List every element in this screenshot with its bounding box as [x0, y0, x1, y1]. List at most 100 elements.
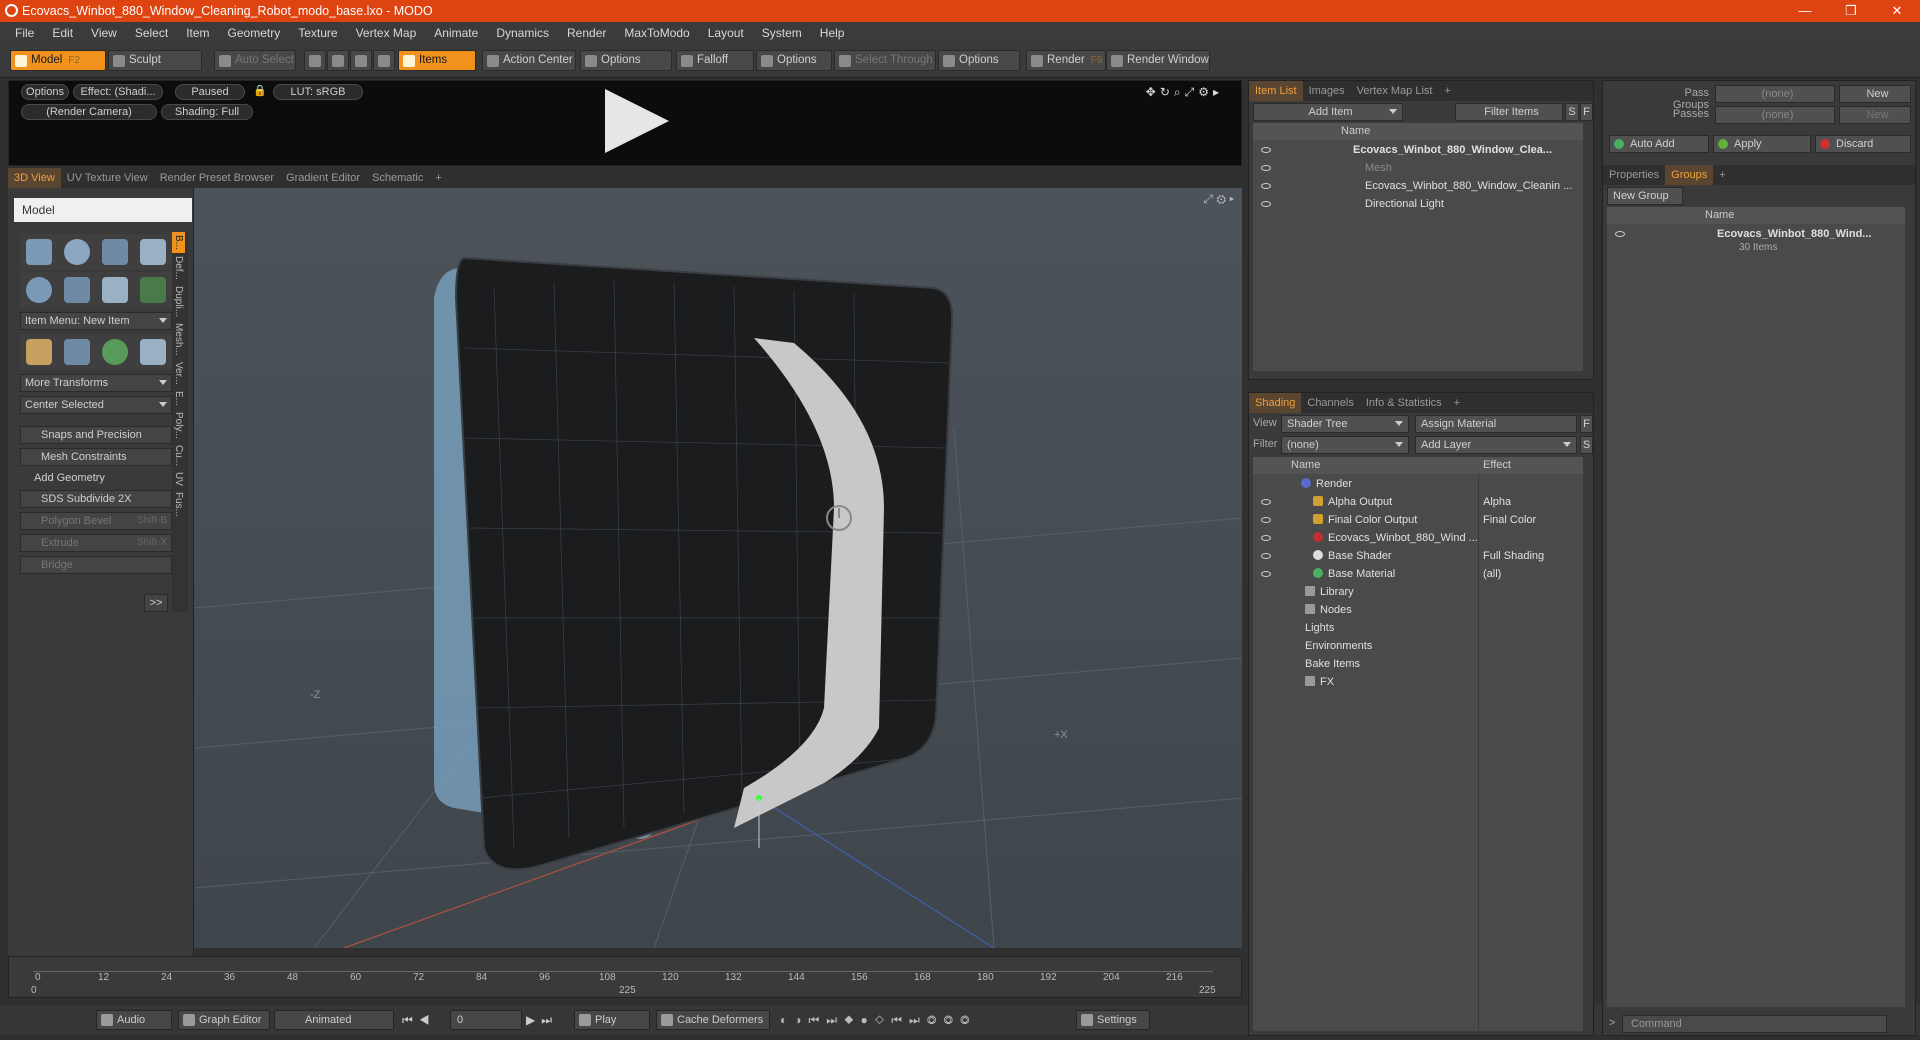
cylinder-icon[interactable]	[102, 239, 128, 265]
shader-row[interactable]: Environments	[1253, 637, 1583, 655]
mesh-constraints-button[interactable]: Mesh Constraints	[20, 448, 172, 466]
list-item[interactable]: Ecovacs_Winbot_880_Window_Cleanin ...	[1253, 177, 1583, 195]
menu-texture[interactable]: Texture	[289, 26, 346, 40]
apply-button[interactable]: Apply	[1713, 135, 1811, 153]
add-tab-button[interactable]: +	[1448, 393, 1466, 413]
passes-dropdown[interactable]: (none)	[1715, 106, 1835, 124]
render-button[interactable]: Render F9	[1026, 50, 1106, 71]
keyframe-tool-icons[interactable]: ◐◑⏮⏭◆●◇⏮⏭◎◎◎	[780, 1013, 977, 1028]
menu-vertex-map[interactable]: Vertex Map	[347, 26, 426, 40]
effect-value[interactable]: Full Shading	[1483, 547, 1544, 565]
cache-deformers-button[interactable]: Cache Deformers	[656, 1010, 770, 1030]
command-input[interactable]: Command	[1622, 1015, 1887, 1033]
more-transforms-dropdown[interactable]: More Transforms	[20, 374, 172, 392]
torus-icon[interactable]	[26, 277, 52, 303]
eye-icon[interactable]	[1261, 517, 1271, 523]
materials-mode-button[interactable]	[373, 50, 395, 71]
menu-select[interactable]: Select	[126, 26, 177, 40]
menu-view[interactable]: View	[82, 26, 126, 40]
eye-icon[interactable]	[1261, 571, 1271, 577]
sculpt-mode-button[interactable]: Sculpt	[108, 50, 202, 71]
shader-row[interactable]: Ecovacs_Winbot_880_Wind ...	[1253, 529, 1583, 547]
sds-subdivide-button[interactable]: SDS Subdivide 2X	[20, 490, 172, 508]
cone-icon[interactable]	[140, 239, 166, 265]
list-item[interactable]: Ecovacs_Winbot_880_Window_Clea...	[1253, 141, 1583, 159]
menu-file[interactable]: File	[6, 26, 43, 40]
model-mode-button[interactable]: Model F2	[10, 50, 106, 71]
add-item-dropdown[interactable]: Add Item	[1253, 103, 1403, 121]
filter-f-button[interactable]: F	[1580, 103, 1593, 121]
shader-row[interactable]: Base Material (all)	[1253, 565, 1583, 583]
filter-items-input[interactable]: Filter Items	[1455, 103, 1563, 121]
center-selected-dropdown[interactable]: Center Selected	[20, 396, 172, 414]
list-item[interactable]: Mesh	[1253, 159, 1583, 177]
vertices-mode-button[interactable]	[304, 50, 326, 71]
preview-paused-button[interactable]: Paused	[175, 84, 245, 100]
list-item[interactable]: Directional Light	[1253, 195, 1583, 213]
auto-select-button[interactable]: Auto Select	[214, 50, 296, 71]
tab-channels[interactable]: Channels	[1301, 393, 1359, 413]
eye-icon[interactable]	[1615, 231, 1625, 237]
shader-row[interactable]: Alpha Output Alpha	[1253, 493, 1583, 511]
capsule-icon[interactable]	[64, 277, 90, 303]
shading-dropdown[interactable]: Shading: Full	[161, 104, 253, 120]
extrude-button[interactable]: Extrude Shift-X	[20, 534, 172, 552]
frame-step-forward-icons[interactable]: ▶⏭	[526, 1013, 558, 1028]
assign-material-button[interactable]: Assign Material	[1415, 415, 1577, 433]
preview-nav-icons[interactable]: ✥↻⌕⤢⚙▸	[1146, 85, 1223, 100]
action-center-options-button[interactable]: Options	[580, 50, 672, 71]
menu-maxtomodo[interactable]: MaxToModo	[615, 26, 698, 40]
eye-icon[interactable]	[1261, 535, 1271, 541]
vtab-deform[interactable]: Def...	[172, 253, 185, 283]
tab-info-statistics[interactable]: Info & Statistics	[1360, 393, 1448, 413]
vtab-polygon[interactable]: Poly...	[172, 409, 185, 442]
camera-dropdown[interactable]: (Render Camera)	[21, 104, 157, 120]
vtab-mesh[interactable]: Mesh...	[172, 320, 185, 359]
settings-button[interactable]: Settings	[1076, 1010, 1150, 1030]
close-button[interactable]: ✕	[1874, 0, 1920, 22]
shader-row[interactable]: Lights	[1253, 619, 1583, 637]
add-layer-dropdown[interactable]: Add Layer	[1415, 436, 1577, 454]
falloff-button[interactable]: Falloff	[676, 50, 754, 71]
play-button[interactable]: Play	[574, 1010, 650, 1030]
animated-dropdown[interactable]: Animated	[274, 1010, 394, 1030]
3d-viewport[interactable]: -Z +X ⤢ ⚙ ▸	[193, 188, 1243, 949]
menu-geometry[interactable]: Geometry	[219, 26, 290, 40]
shader-row[interactable]: Render	[1253, 475, 1583, 493]
cube-icon[interactable]	[26, 239, 52, 265]
timeline[interactable]: 0 12 24 36 48 60 72 84 96 108 120 132 14…	[8, 956, 1242, 998]
graph-editor-button[interactable]: Graph Editor	[178, 1010, 270, 1030]
vtab-duplicate[interactable]: Dupli...	[172, 283, 185, 320]
shader-row[interactable]: Nodes	[1253, 601, 1583, 619]
select-options-button[interactable]: Options	[938, 50, 1020, 71]
menu-render[interactable]: Render	[558, 26, 615, 40]
tab-gradient-editor[interactable]: Gradient Editor	[280, 168, 366, 188]
eye-icon[interactable]	[1261, 553, 1271, 559]
eye-icon[interactable]	[1261, 183, 1271, 189]
shader-row[interactable]: Base Shader Full Shading	[1253, 547, 1583, 565]
polygons-mode-button[interactable]	[350, 50, 372, 71]
maximize-button[interactable]: ❐	[1828, 0, 1874, 22]
tab-render-preset-browser[interactable]: Render Preset Browser	[154, 168, 280, 188]
effect-value[interactable]: Final Color	[1483, 511, 1536, 529]
tab-item-list[interactable]: Item List	[1249, 81, 1303, 101]
vtab-uv[interactable]: UV	[172, 469, 185, 489]
auto-add-button[interactable]: Auto Add	[1609, 135, 1709, 153]
menu-dynamics[interactable]: Dynamics	[487, 26, 558, 40]
shader-view-dropdown[interactable]: Shader Tree	[1281, 415, 1409, 433]
new-pass-button[interactable]: New	[1839, 106, 1911, 124]
polygon-bevel-button[interactable]: Polygon Bevel Shift-B	[20, 512, 172, 530]
falloff-options-button[interactable]: Options	[756, 50, 832, 71]
items-mode-button[interactable]: Items	[398, 50, 476, 71]
globe-icon[interactable]	[102, 339, 128, 365]
frame-step-back-icons[interactable]: ⏮◀	[402, 1013, 436, 1028]
edges-mode-button[interactable]	[327, 50, 349, 71]
shader-filter-dropdown[interactable]: (none)	[1281, 436, 1409, 454]
bridge-button[interactable]: Bridge	[20, 556, 172, 574]
vtab-basic[interactable]: B...	[172, 232, 185, 254]
vtab-curve[interactable]: Cu...	[172, 442, 185, 469]
preview-options-button[interactable]: Options	[21, 84, 69, 100]
menu-animate[interactable]: Animate	[425, 26, 487, 40]
add-tab-button[interactable]: +	[429, 168, 447, 188]
new-pass-group-button[interactable]: New	[1839, 85, 1911, 103]
